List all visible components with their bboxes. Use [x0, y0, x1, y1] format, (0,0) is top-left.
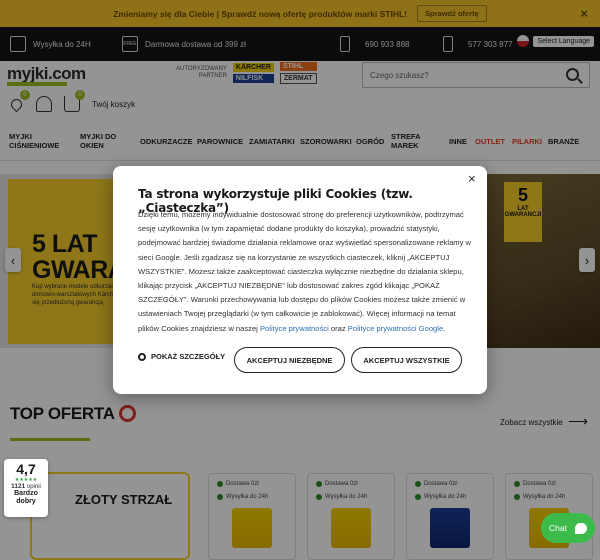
rating-widget[interactable]: 4,7 ★★★★★ 1121 opinii Bardzo dobry [4, 459, 48, 517]
rating-score: 4,7 [16, 461, 36, 477]
chat-button[interactable]: Chat [541, 513, 595, 543]
chat-label: Chat [549, 523, 567, 533]
accept-necessary-button[interactable]: AKCEPTUJ NIEZBĘDNE [234, 347, 345, 373]
rating-label: Bardzo dobry [14, 490, 38, 505]
google-privacy-policy-link[interactable]: Polityce prywatności Google [348, 324, 443, 333]
cookie-modal-text: Dzięki temu, możemy indywidualnie dostos… [138, 210, 472, 333]
chat-bubble-icon [574, 522, 587, 534]
accept-all-button[interactable]: AKCEPTUJ WSZYSTKIE [351, 347, 462, 373]
privacy-policy-link[interactable]: Polityce prywatności [260, 324, 329, 333]
show-details-button[interactable]: POKAŻ SZCZEGÓŁY [138, 352, 225, 361]
gear-icon [138, 352, 146, 361]
show-details-label: POKAŻ SZCZEGÓŁY [151, 352, 226, 361]
close-icon[interactable]: × [468, 171, 476, 186]
rating-count: 1121 opinii [11, 483, 41, 490]
cookie-consent-modal: Ta strona wykorzystuje pliki Cookies (tz… [113, 166, 487, 394]
